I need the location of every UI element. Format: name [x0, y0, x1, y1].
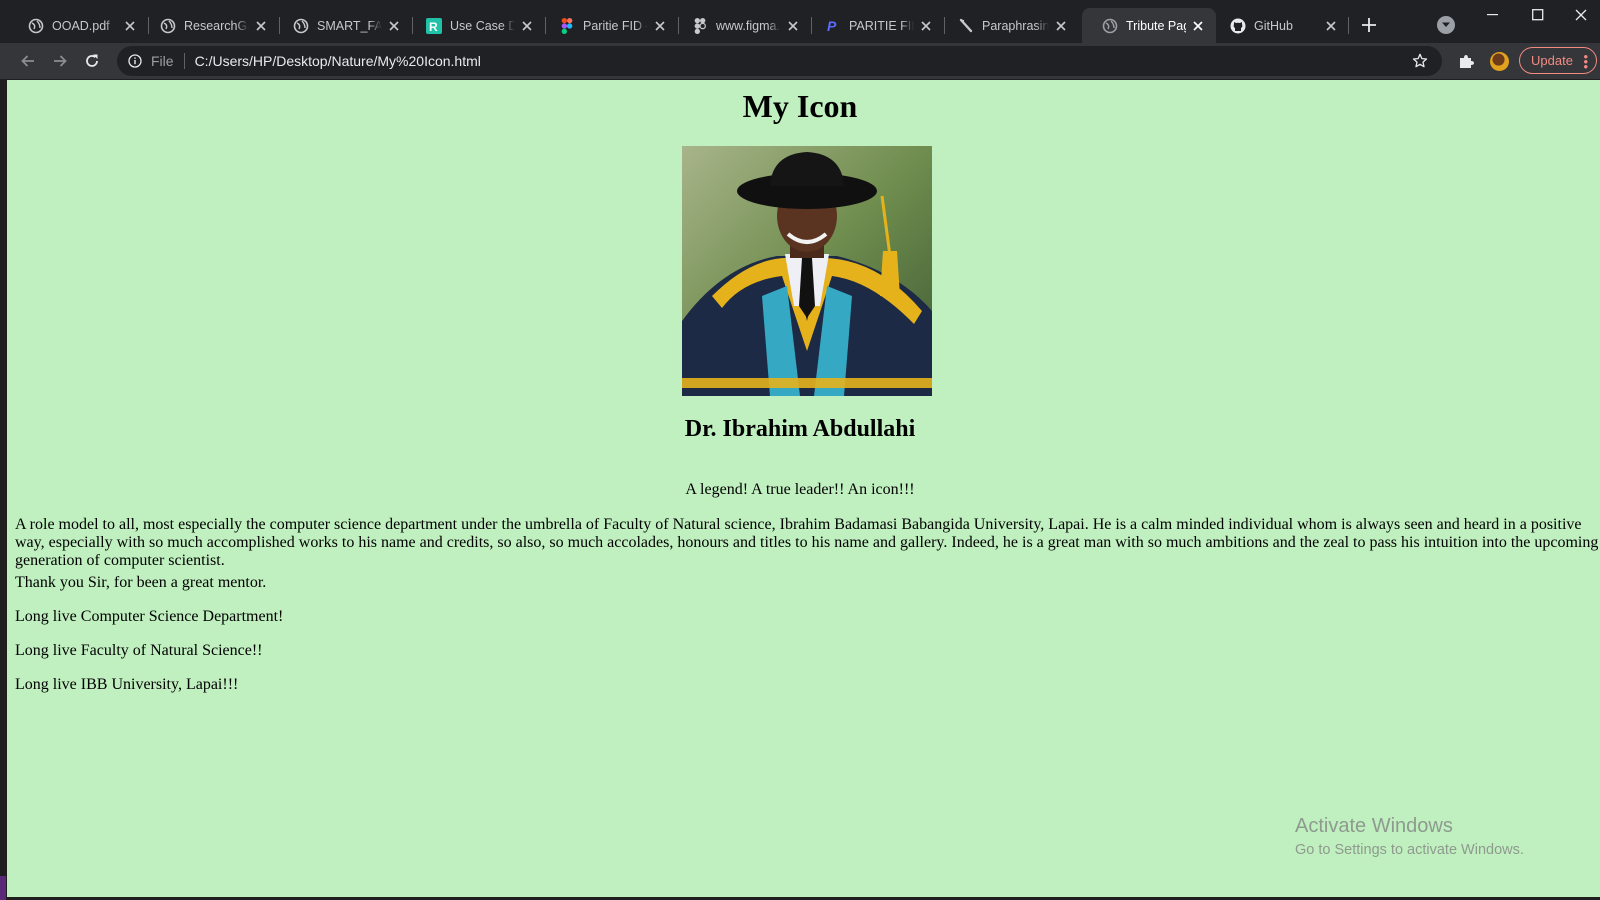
browser-toolbar: File C:/Users/HP/Desktop/Nature/My%20Ico… [0, 43, 1600, 79]
creately-icon: R [426, 17, 442, 34]
close-icon[interactable] [386, 18, 402, 34]
close-icon[interactable] [1323, 18, 1339, 34]
thank-you-paragraph: Thank you Sir, for been a great mentor. [15, 574, 267, 591]
tab-title: GitHub [1254, 18, 1293, 33]
watermark-subtitle: Go to Settings to activate Windows. [1295, 842, 1524, 858]
tab-paritie-fid-figma[interactable]: Paritie FID – Figma [539, 8, 678, 43]
close-icon [1575, 9, 1586, 21]
tab-title: Paraphrasing Tool [982, 18, 1049, 33]
tab-researchgate[interactable]: ResearchGate [140, 8, 279, 43]
tab-title: PARITIE FID [849, 18, 914, 33]
close-icon[interactable] [1053, 18, 1069, 34]
quill-icon [958, 18, 974, 34]
tab-paritie-fid[interactable]: P PARITIE FID [805, 8, 944, 43]
tagline: A legend! A true leader!! An icon!!! [685, 481, 915, 498]
chevron-down-icon [1442, 22, 1450, 27]
globe-icon [160, 18, 176, 34]
tab-title: ResearchGate [184, 18, 249, 33]
tab-separator [1348, 17, 1349, 34]
puzzle-icon [1460, 55, 1474, 68]
url-text[interactable]: C:/Users/HP/Desktop/Nature/My%20Icon.htm… [195, 53, 481, 69]
forward-button[interactable] [48, 49, 72, 73]
arrow-left-icon [21, 55, 34, 67]
new-tab-button[interactable] [1358, 14, 1380, 36]
close-window-button[interactable] [1561, 0, 1600, 30]
update-label: Update [1531, 53, 1573, 68]
tab-search-button[interactable] [1437, 16, 1455, 34]
close-icon[interactable] [918, 18, 934, 34]
plus-icon [1362, 18, 1376, 32]
portrait-image [682, 146, 932, 396]
tab-title: Paritie FID – Figma [583, 18, 648, 33]
tab-title: Use Case Diagram [450, 18, 515, 33]
globe-icon [293, 18, 309, 34]
svg-text:P: P [827, 18, 837, 34]
bookmark-star-icon[interactable] [1412, 53, 1428, 69]
tab-github[interactable]: GitHub [1210, 8, 1349, 43]
long-live-department: Long live Computer Science Department! [15, 608, 284, 625]
close-icon[interactable] [652, 18, 668, 34]
address-bar[interactable]: File C:/Users/HP/Desktop/Nature/My%20Ico… [117, 46, 1442, 76]
tab-use-case-diagram[interactable]: R Use Case Diagram [406, 8, 545, 43]
close-icon[interactable] [122, 18, 138, 34]
globe-icon [1102, 18, 1118, 34]
tab-title: SMART_FARM [317, 18, 382, 33]
figma-icon [559, 17, 575, 34]
long-live-faculty: Long live Faculty of Natural Science!! [15, 642, 263, 659]
maximize-icon [1532, 9, 1544, 21]
tab-smart-farm[interactable]: SMART_FARM [273, 8, 412, 43]
svg-text:R: R [429, 20, 438, 34]
tribute-paragraph: A role model to all, most especially the… [15, 516, 1599, 569]
address-divider [183, 53, 185, 69]
tab-paraphrasing[interactable]: Paraphrasing Tool [938, 8, 1079, 43]
info-icon[interactable] [127, 53, 143, 69]
arrow-right-icon [54, 55, 67, 67]
more-menu-icon[interactable]: • • • [1583, 50, 1588, 73]
maximize-button[interactable] [1515, 0, 1561, 30]
person-name: Dr. Ibrahim Abdullahi [684, 416, 916, 442]
github-icon [1230, 18, 1246, 34]
page-viewport: My Icon Dr. Ibrahim Abdullahi A legend! … [7, 80, 1600, 899]
back-button[interactable] [16, 49, 40, 73]
taskbar-edge [0, 876, 6, 900]
tab-title: www.figma.com [716, 18, 781, 33]
paypal-icon: P [825, 18, 841, 34]
tab-title: Tribute Page [1126, 18, 1186, 33]
reload-icon [86, 54, 98, 67]
close-icon[interactable] [519, 18, 535, 34]
reload-button[interactable] [80, 49, 104, 73]
page-title: My Icon [742, 88, 858, 124]
tab-tribute-page[interactable]: Tribute Page [1082, 8, 1216, 43]
close-icon[interactable] [253, 18, 269, 34]
minimize-icon [1487, 14, 1498, 16]
tab-strip: OOAD.pdf ResearchGate SMART_FARM R Use C… [0, 0, 1600, 43]
tab-title: OOAD.pdf [52, 18, 110, 33]
figma-icon [692, 17, 708, 34]
windows-activation-watermark: Activate Windows Go to Settings to activ… [1295, 815, 1524, 858]
globe-icon [28, 18, 44, 34]
close-icon[interactable] [1190, 18, 1206, 34]
tab-figma-com[interactable]: www.figma.com [672, 8, 811, 43]
long-live-university: Long live IBB University, Lapai!!! [15, 676, 239, 693]
close-icon[interactable] [785, 18, 801, 34]
extensions-button[interactable] [1457, 52, 1475, 70]
profile-avatar[interactable] [1490, 52, 1509, 71]
watermark-title: Activate Windows [1295, 815, 1453, 837]
scheme-label: File [151, 53, 174, 69]
minimize-button[interactable] [1470, 0, 1516, 30]
tab-ooad[interactable]: OOAD.pdf [8, 8, 148, 43]
update-button[interactable]: Update • • • [1519, 47, 1597, 74]
